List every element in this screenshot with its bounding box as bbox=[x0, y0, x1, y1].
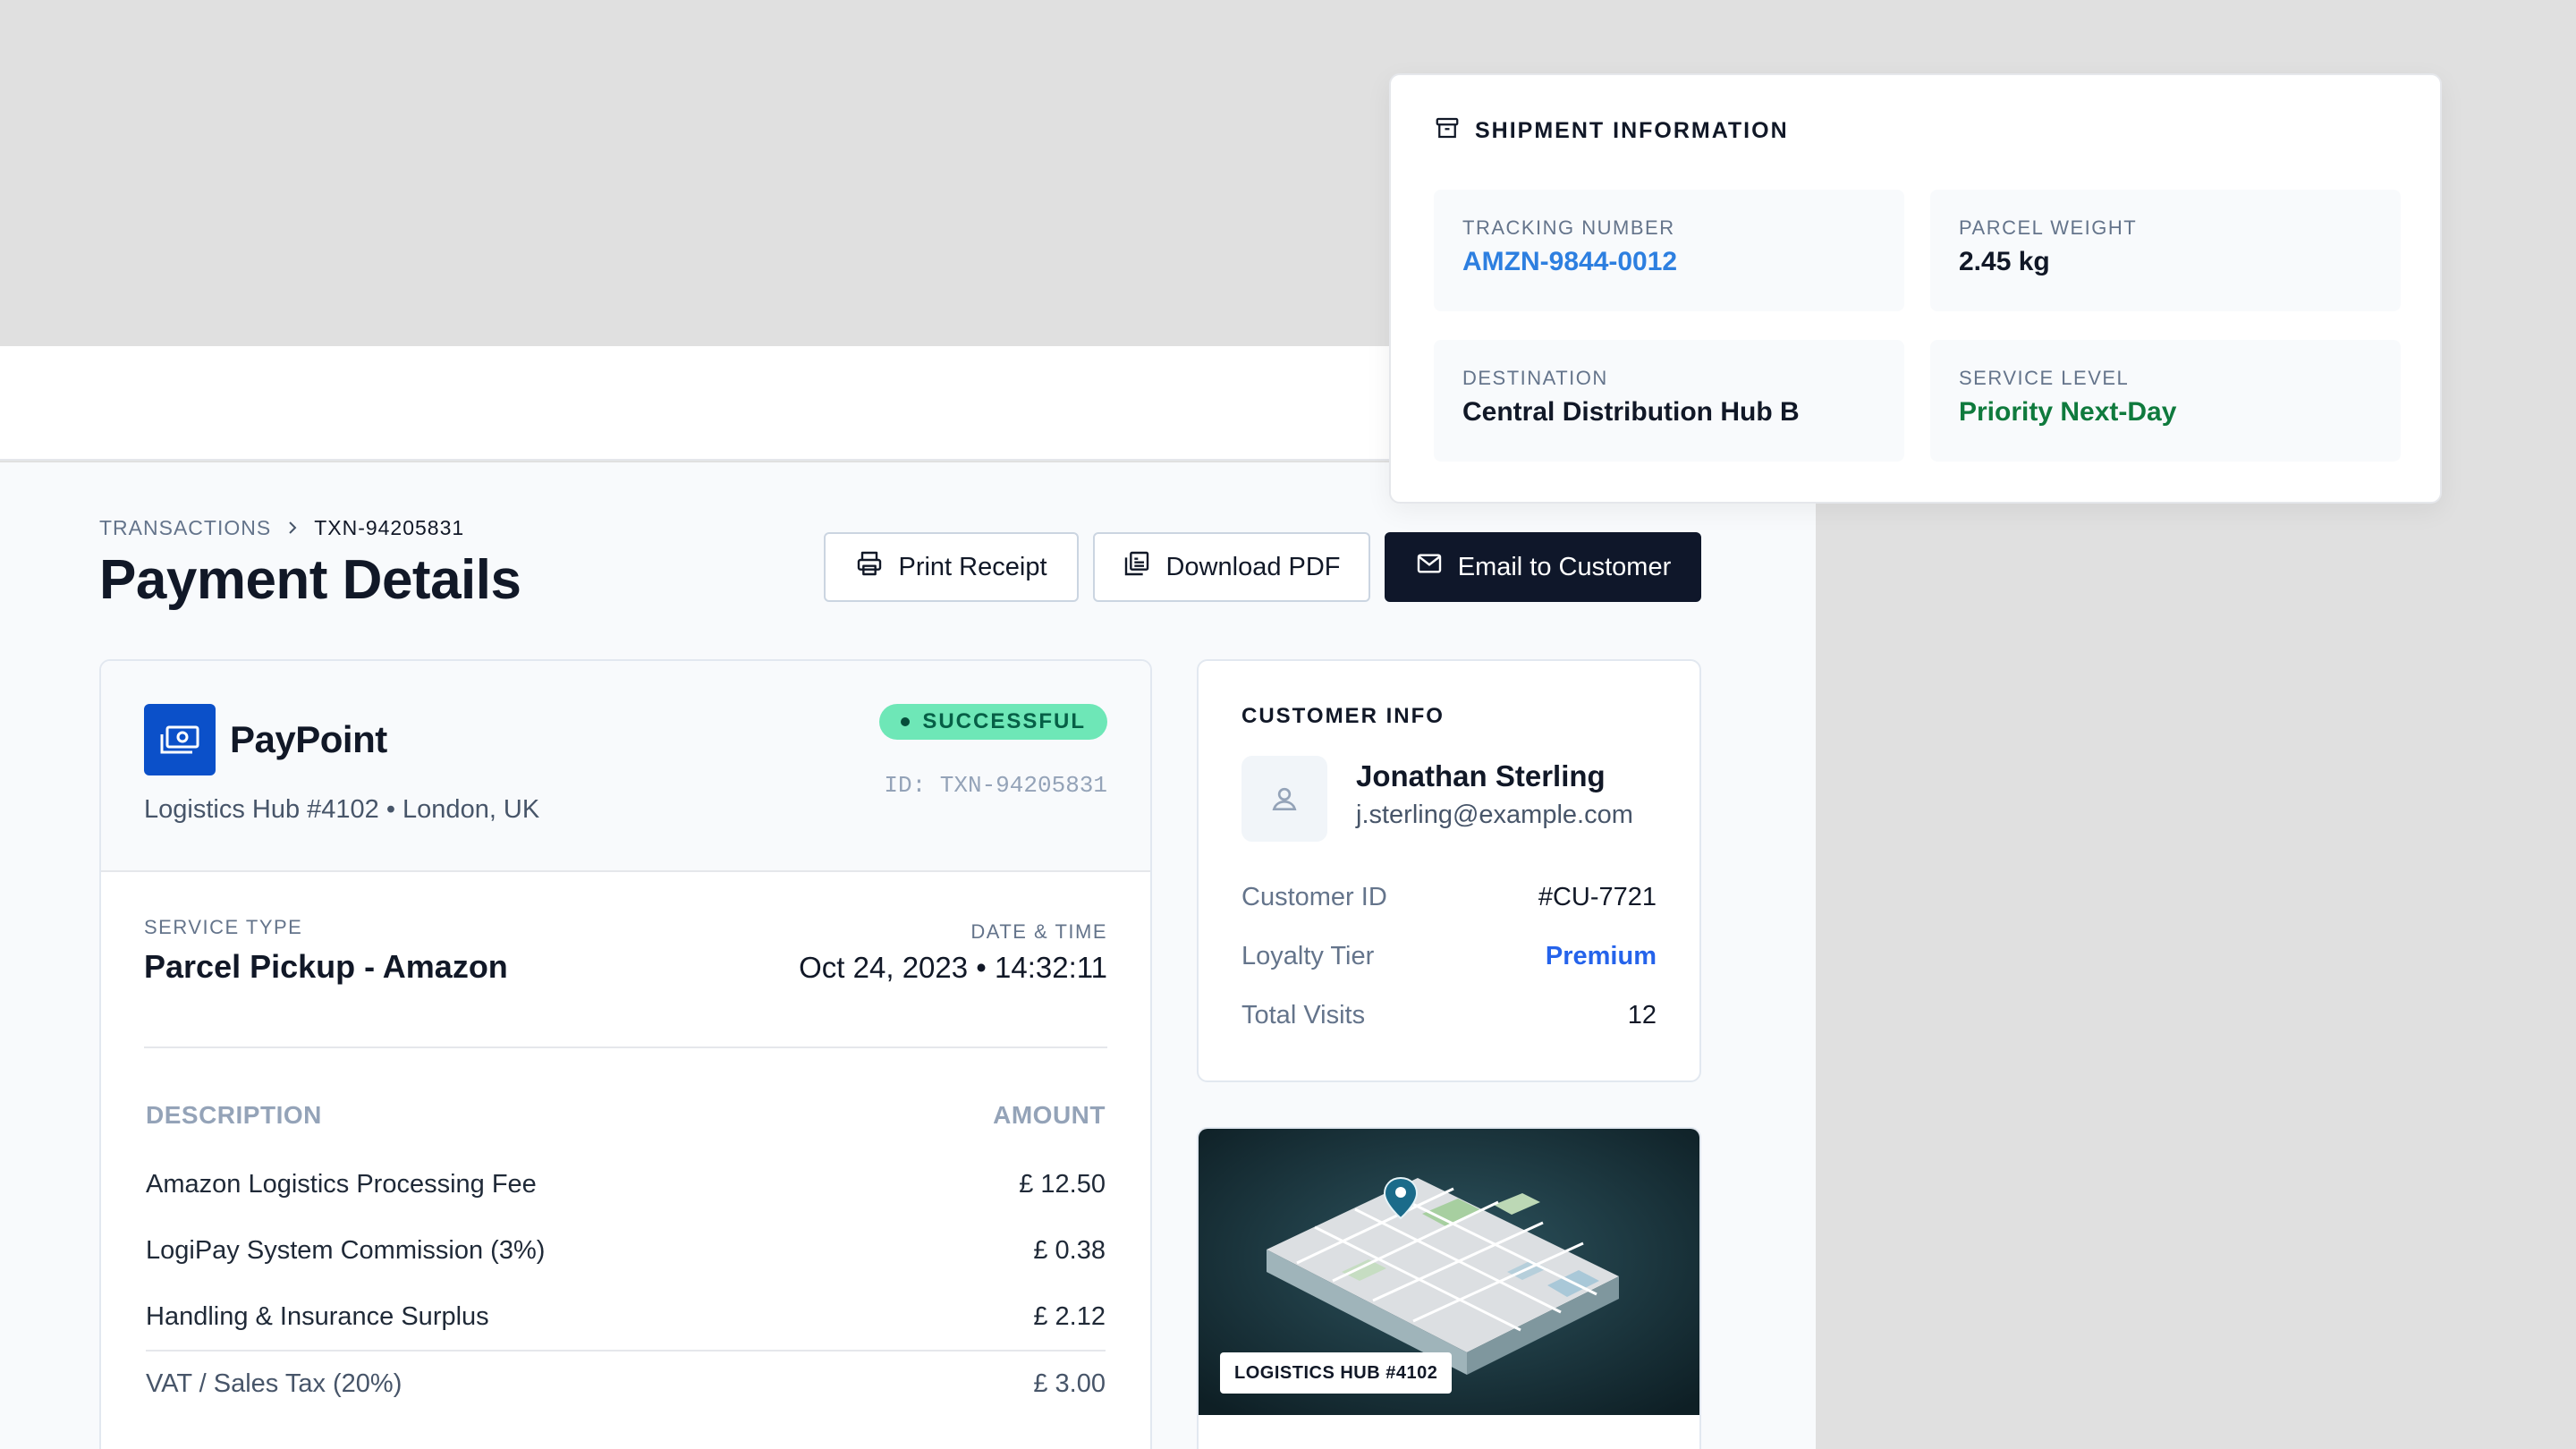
money-icon bbox=[144, 704, 216, 775]
line-item-amount: £ 3.00 bbox=[1033, 1368, 1106, 1398]
line-item: Amazon Logistics Processing Fee £ 12.50 bbox=[146, 1151, 1106, 1217]
service-type-label: SERVICE TYPE bbox=[144, 916, 303, 938]
loyalty-tier-value[interactable]: Premium bbox=[1546, 942, 1657, 971]
email-to-customer-button[interactable]: Email to Customer bbox=[1385, 532, 1701, 602]
pdf-icon bbox=[1123, 549, 1151, 585]
email-to-customer-label: Email to Customer bbox=[1457, 552, 1672, 581]
printer-icon bbox=[855, 549, 884, 585]
line-item-tax: VAT / Sales Tax (20%) £ 3.00 bbox=[146, 1350, 1106, 1416]
customer-id-value: #CU-7721 bbox=[1538, 883, 1657, 911]
status-dot-icon bbox=[901, 717, 911, 726]
user-icon bbox=[1241, 756, 1327, 842]
mail-icon bbox=[1415, 549, 1444, 585]
line-item: Handling & Insurance Surplus £ 2.12 bbox=[146, 1284, 1106, 1350]
receipt-card: PayPoint Logistics Hub #4102 • London, U… bbox=[99, 659, 1152, 1449]
merchant-location: Logistics Hub #4102 • London, UK bbox=[144, 795, 540, 824]
archive-icon bbox=[1434, 114, 1461, 148]
transaction-id: ID: TXN-94205831 bbox=[884, 772, 1107, 799]
date-time-value: Oct 24, 2023 • 14:32:11 bbox=[799, 951, 1107, 984]
breadcrumb: TRANSACTIONS TXN-94205831 bbox=[99, 516, 464, 540]
parcel-weight-value: 2.45 kg bbox=[1959, 247, 2050, 276]
page-title: Payment Details bbox=[99, 549, 521, 611]
line-item: LogiPay System Commission (3%) £ 0.38 bbox=[146, 1217, 1106, 1284]
destination-value: Central Distribution Hub B bbox=[1462, 397, 1800, 427]
line-item-amount: £ 0.38 bbox=[1033, 1235, 1106, 1265]
tracking-number-box: TRACKING NUMBER AMZN-9844-0012 bbox=[1434, 190, 1904, 311]
customer-info-title: CUSTOMER INFO bbox=[1241, 704, 1445, 728]
status-badge: SUCCESSFUL bbox=[879, 704, 1107, 740]
service-type-value: Parcel Pickup - Amazon bbox=[144, 948, 508, 985]
print-receipt-button[interactable]: Print Receipt bbox=[824, 532, 1079, 602]
service-level-label: SERVICE LEVEL bbox=[1959, 367, 2130, 389]
destination-box: DESTINATION Central Distribution Hub B bbox=[1434, 340, 1904, 462]
service-level-box: SERVICE LEVEL Priority Next-Day bbox=[1930, 340, 2401, 462]
line-item-description: VAT / Sales Tax (20%) bbox=[146, 1368, 402, 1398]
breadcrumb-current: TXN-94205831 bbox=[314, 516, 465, 539]
amount-header: AMOUNT bbox=[993, 1101, 1106, 1129]
location-map-card[interactable]: LOGISTICS HUB #4102 bbox=[1197, 1127, 1701, 1449]
download-pdf-label: Download PDF bbox=[1165, 552, 1341, 581]
total-visits-row: Total Visits 12 bbox=[1241, 1001, 1657, 1030]
chevron-right-icon bbox=[284, 517, 301, 540]
line-item-amount: £ 12.50 bbox=[1019, 1169, 1106, 1199]
tracking-number-label: TRACKING NUMBER bbox=[1462, 216, 1675, 239]
customer-name: Jonathan Sterling bbox=[1356, 759, 1606, 792]
parcel-weight-label: PARCEL WEIGHT bbox=[1959, 216, 2138, 239]
customer-email[interactable]: j.sterling@example.com bbox=[1356, 801, 1633, 830]
line-item-description: Handling & Insurance Surplus bbox=[146, 1301, 489, 1331]
customer-id-label: Customer ID bbox=[1241, 883, 1387, 911]
merchant-name: PayPoint bbox=[230, 718, 387, 760]
line-item-description: Amazon Logistics Processing Fee bbox=[146, 1169, 537, 1199]
description-header: DESCRIPTION bbox=[146, 1101, 322, 1129]
customer-info-card: CUSTOMER INFO Jonathan Sterling j.sterli… bbox=[1197, 659, 1701, 1082]
date-time-label: DATE & TIME bbox=[970, 920, 1107, 943]
shipment-title-label: SHIPMENT INFORMATION bbox=[1475, 118, 1789, 143]
tracking-number-link[interactable]: AMZN-9844-0012 bbox=[1462, 247, 1677, 277]
print-receipt-label: Print Receipt bbox=[898, 552, 1047, 581]
download-pdf-button[interactable]: Download PDF bbox=[1093, 532, 1370, 602]
parcel-weight-box: PARCEL WEIGHT 2.45 kg bbox=[1930, 190, 2401, 311]
shipment-information-panel: SHIPMENT INFORMATION TRACKING NUMBER AMZ… bbox=[1389, 73, 2442, 504]
breadcrumb-transactions[interactable]: TRANSACTIONS bbox=[99, 516, 271, 540]
customer-id-row: Customer ID #CU-7721 bbox=[1241, 883, 1657, 912]
destination-label: DESTINATION bbox=[1462, 367, 1608, 389]
receipt-header: PayPoint Logistics Hub #4102 • London, U… bbox=[101, 661, 1150, 872]
main-content: TRANSACTIONS TXN-94205831 Payment Detail… bbox=[0, 462, 1816, 1449]
service-level-value: Priority Next-Day bbox=[1959, 397, 2177, 427]
loyalty-tier-row: Loyalty Tier Premium bbox=[1241, 942, 1657, 971]
loyalty-tier-label: Loyalty Tier bbox=[1241, 942, 1375, 970]
line-item-amount: £ 2.12 bbox=[1033, 1301, 1106, 1331]
shipment-title: SHIPMENT INFORMATION bbox=[1434, 114, 1789, 148]
map-location-label: LOGISTICS HUB #4102 bbox=[1220, 1352, 1453, 1394]
divider bbox=[144, 1046, 1107, 1048]
status-label: SUCCESSFUL bbox=[922, 709, 1086, 733]
total-visits-label: Total Visits bbox=[1241, 1001, 1366, 1030]
total-visits-value: 12 bbox=[1627, 1001, 1657, 1030]
line-item-description: LogiPay System Commission (3%) bbox=[146, 1235, 546, 1265]
